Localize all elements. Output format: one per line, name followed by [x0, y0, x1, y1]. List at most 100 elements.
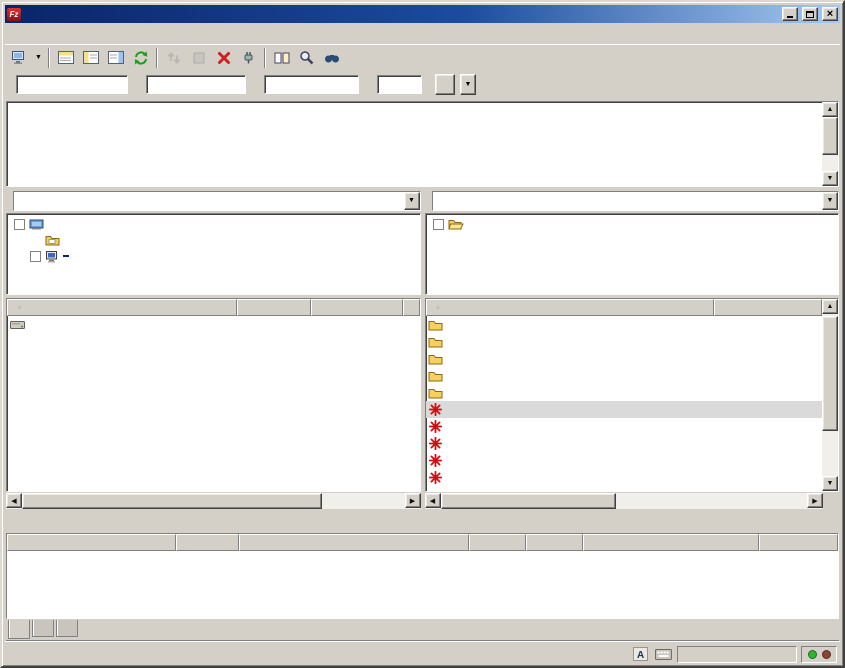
close-button[interactable]: × [822, 7, 838, 21]
queue-column-direction[interactable] [176, 534, 239, 551]
stop-queue-button[interactable] [186, 46, 211, 69]
column-header-filename[interactable]: ▲ [7, 299, 237, 316]
remote-file-row[interactable] [426, 469, 823, 486]
menu-item-bookmarks[interactable] [76, 31, 90, 37]
desktop-icon [29, 218, 47, 231]
toggle-remote-tree-button[interactable] [103, 46, 128, 69]
queue-column-filler [759, 534, 838, 551]
expand-expander-icon[interactable] [433, 219, 444, 230]
scroll-thumb[interactable] [441, 493, 616, 509]
menu-item-edit[interactable] [20, 31, 34, 37]
remote-file-row[interactable] [426, 316, 823, 333]
queue-column-priority[interactable] [526, 534, 583, 551]
queue-body[interactable] [7, 551, 838, 618]
scroll-thumb[interactable] [822, 117, 838, 155]
scroll-down-button[interactable]: ▼ [822, 171, 838, 186]
site-manager-button[interactable] [7, 46, 32, 69]
scroll-up-button[interactable]: ▲ [822, 299, 838, 314]
host-input[interactable] [16, 75, 128, 94]
tree-item-my-computer[interactable] [7, 248, 420, 264]
column-header-filetype[interactable] [311, 299, 403, 316]
remote-file-row[interactable] [426, 367, 823, 384]
ascii-transfer-type-icon[interactable]: A [631, 646, 650, 662]
column-header-filename[interactable]: ▲ [426, 299, 714, 316]
tree-item-desktop[interactable] [7, 216, 420, 232]
remote-site-combobox[interactable]: ▼ [432, 191, 840, 211]
remote-list-body[interactable] [426, 316, 823, 491]
local-site-input[interactable] [14, 192, 404, 210]
scroll-left-button[interactable]: ◀ [425, 493, 441, 508]
local-site-combobox[interactable]: ▼ [13, 191, 421, 211]
remote-file-row[interactable] [426, 333, 823, 350]
sort-ascending-icon: ▲ [16, 304, 23, 311]
remote-hscrollbar[interactable]: ◀ ▶ [425, 493, 840, 509]
local-list-body[interactable] [7, 316, 420, 491]
scroll-right-button[interactable]: ▶ [405, 493, 421, 508]
menu-item-transfer[interactable] [48, 31, 62, 37]
port-input[interactable] [377, 75, 422, 94]
local-hscrollbar[interactable]: ◀ ▶ [6, 493, 421, 509]
queue-column-remote-file[interactable] [239, 534, 469, 551]
queue-column-size[interactable] [469, 534, 526, 551]
scroll-left-button[interactable]: ◀ [6, 493, 22, 508]
tab-failed-transfers[interactable] [32, 620, 54, 637]
title-bar[interactable]: Fz × [5, 5, 840, 23]
synchronized-browsing-button[interactable] [319, 46, 344, 69]
remote-file-row[interactable] [426, 384, 823, 401]
scroll-thumb[interactable] [822, 316, 838, 431]
send-activity-led-icon [822, 650, 831, 659]
menu-item-view[interactable] [34, 31, 48, 37]
toggle-local-tree-button[interactable] [78, 46, 103, 69]
cancel-button[interactable] [211, 46, 236, 69]
remote-list-scrollbar[interactable]: ▲ ▼ [822, 299, 838, 491]
scroll-track[interactable] [822, 117, 838, 171]
scroll-right-button[interactable]: ▶ [807, 493, 823, 508]
local-file-row[interactable] [7, 316, 420, 333]
expand-expander-icon[interactable] [30, 251, 41, 262]
menu-item-help[interactable] [90, 31, 104, 37]
remote-site-dropdown-button[interactable]: ▼ [822, 192, 838, 210]
queue-column-server-local-file[interactable] [7, 534, 176, 551]
broken-image-icon [426, 420, 446, 433]
scroll-up-button[interactable]: ▲ [822, 102, 838, 117]
keyboard-icon[interactable] [654, 646, 673, 662]
column-header-filesize[interactable] [714, 299, 823, 316]
username-input[interactable] [146, 75, 246, 94]
column-header-filesize[interactable] [237, 299, 311, 316]
tab-queued-files[interactable] [8, 620, 30, 639]
toggle-message-log-button[interactable] [53, 46, 78, 69]
local-site-dropdown-button[interactable]: ▼ [404, 192, 420, 210]
disconnect-button[interactable] [236, 46, 261, 69]
scroll-track[interactable] [441, 493, 808, 509]
remote-file-row[interactable] [426, 418, 823, 435]
remote-file-row[interactable] [426, 350, 823, 367]
minimize-button[interactable] [782, 7, 798, 21]
site-manager-dropdown-button[interactable]: ▼ [32, 46, 45, 69]
scroll-thumb[interactable] [22, 493, 322, 509]
maximize-button[interactable] [802, 7, 818, 21]
remote-file-row-selected[interactable] [426, 401, 823, 418]
queue-status-panel [677, 646, 797, 663]
find-files-button[interactable] [294, 46, 319, 69]
column-header-last-modified[interactable] [403, 299, 420, 316]
quickconnect-button[interactable] [435, 74, 455, 95]
scroll-track[interactable] [822, 314, 838, 476]
remote-file-row[interactable] [426, 435, 823, 452]
process-queue-button[interactable] [161, 46, 186, 69]
menu-item-server[interactable] [62, 31, 76, 37]
remote-file-row[interactable] [426, 452, 823, 469]
log-scrollbar[interactable]: ▲ ▼ [822, 102, 838, 186]
quickconnect-dropdown-button[interactable]: ▼ [460, 74, 476, 95]
tree-item-my-documents[interactable] [7, 232, 420, 248]
queue-column-status[interactable] [583, 534, 759, 551]
tree-item-root[interactable] [426, 216, 839, 232]
tab-successful-transfers[interactable] [56, 620, 78, 637]
scroll-down-button[interactable]: ▼ [822, 476, 838, 491]
refresh-button[interactable] [128, 46, 153, 69]
menu-item-file[interactable] [6, 31, 20, 37]
password-input[interactable] [264, 75, 359, 94]
remote-site-input[interactable] [433, 192, 823, 210]
collapse-expander-icon[interactable] [14, 219, 25, 230]
scroll-track[interactable] [22, 493, 405, 509]
directory-comparison-button[interactable] [269, 46, 294, 69]
